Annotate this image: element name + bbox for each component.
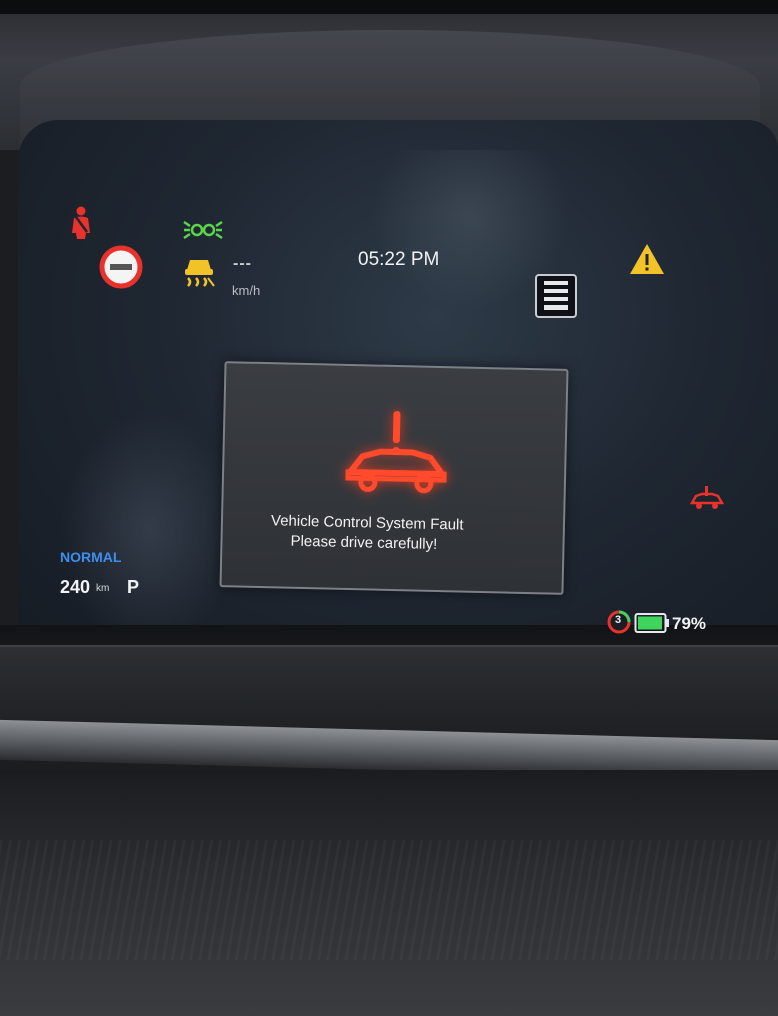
alert-dialog: Vehicle Control System Fault Please driv…	[219, 361, 569, 595]
screen-reflection	[60, 410, 240, 650]
dashboard-texture	[0, 840, 778, 960]
vehicle-fault-warning-icon	[340, 408, 454, 497]
alert-title: Vehicle Control System Fault	[270, 512, 464, 534]
no-entry-icon	[99, 245, 143, 289]
alert-message: Please drive carefully!	[290, 532, 438, 553]
seatbelt-warning-icon	[66, 205, 96, 241]
battery-icon	[634, 612, 670, 634]
lane-assist-icon	[534, 273, 578, 319]
battery-percent: 79%	[672, 614, 707, 633]
range-value: 240	[60, 577, 91, 597]
top-edge	[0, 0, 778, 14]
ready-status-count: 3	[615, 614, 622, 626]
traction-control-off-icon	[182, 256, 216, 288]
gear-indicator: P	[127, 577, 140, 597]
speed-value: ---	[233, 255, 252, 272]
speed-unit: km/h	[232, 283, 261, 298]
drive-mode-label: NORMAL	[60, 549, 122, 565]
vehicle-fault-small-icon	[688, 485, 726, 511]
parking-lights-icon	[182, 217, 224, 243]
range-unit: km	[96, 583, 110, 594]
general-warning-icon	[628, 242, 666, 276]
clock-time: 05:22 PM	[358, 249, 440, 270]
